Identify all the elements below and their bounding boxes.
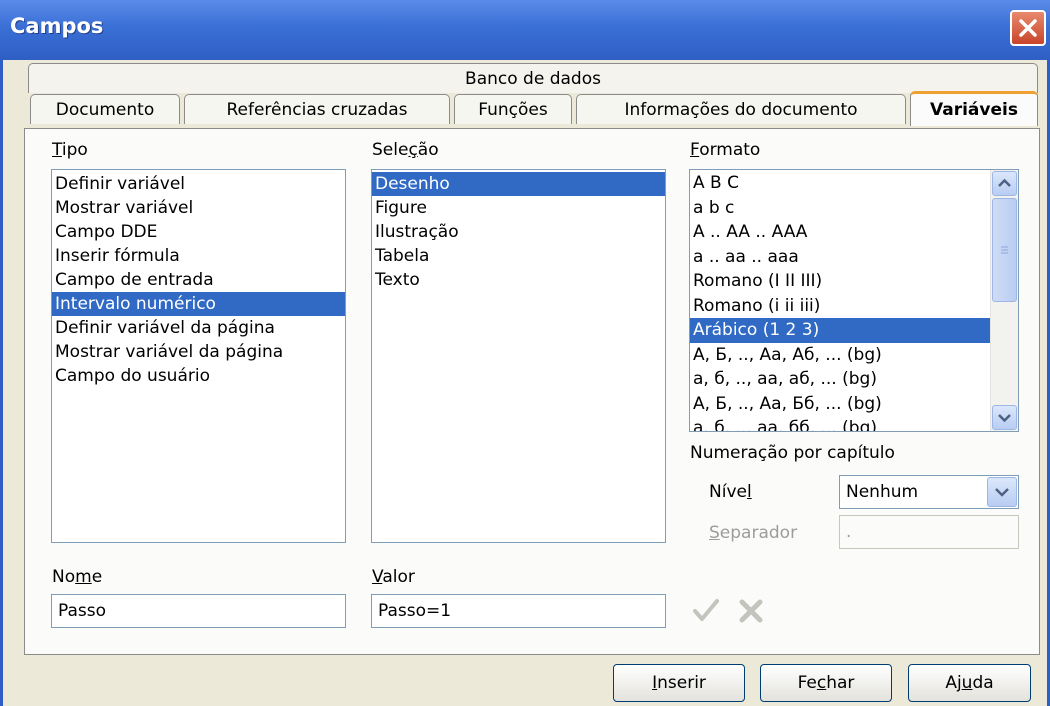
list-item[interactable]: a .. aa .. aaa xyxy=(690,245,990,270)
mnemonic: c xyxy=(816,673,827,693)
tab-label: Documento xyxy=(55,100,155,120)
tipo-list[interactable]: Definir variável Mostrar variável Campo … xyxy=(51,169,346,543)
button-label: Fe xyxy=(797,673,817,693)
list-item[interactable]: Romano (I II III) xyxy=(690,269,990,294)
label-text: e xyxy=(91,567,103,587)
tab-funcoes[interactable]: Funções xyxy=(454,94,572,124)
list-item[interactable]: Mostrar variável xyxy=(52,196,345,220)
scroll-down-button[interactable] xyxy=(992,405,1017,430)
list-item[interactable]: Tabela xyxy=(372,244,665,268)
tab-banco-de-dados[interactable]: Banco de dados xyxy=(28,63,1038,93)
tab-label: Variáveis xyxy=(930,100,1018,120)
list-item[interactable]: А, Б, .., Аа, Аб, ... (bg) xyxy=(690,343,990,368)
list-item[interactable]: Ilustração xyxy=(372,220,665,244)
button-label: da xyxy=(972,673,994,693)
scroll-thumb[interactable] xyxy=(992,198,1017,302)
grip-icon xyxy=(1001,246,1008,254)
list-item[interactable]: Romano (i ii iii) xyxy=(690,294,990,319)
close-icon[interactable] xyxy=(738,598,764,624)
nome-label: Nome xyxy=(52,567,102,587)
mnemonic: F xyxy=(690,140,700,160)
valor-field[interactable]: Passo=1 xyxy=(371,594,666,628)
list-item[interactable]: Figure xyxy=(372,196,665,220)
mnemonic: l xyxy=(746,482,752,502)
tipo-label: Tipo xyxy=(52,140,88,160)
nivel-label: Nível xyxy=(709,482,752,502)
button-label: Aj xyxy=(945,673,962,693)
chevron-down-icon xyxy=(995,488,1009,497)
formato-scrollbar[interactable] xyxy=(990,170,1018,431)
window-title: Campos xyxy=(10,14,104,38)
label-text: No xyxy=(52,567,76,587)
numeracao-capitulo-heading: Numeração por capítulo xyxy=(690,443,895,463)
tab-label: Informações do documento xyxy=(624,100,858,120)
list-item-selected[interactable]: Desenho xyxy=(372,172,665,196)
title-bar: Campos xyxy=(0,0,1050,60)
window-close-button[interactable] xyxy=(1010,10,1046,46)
list-item[interactable]: Definir variável xyxy=(52,172,345,196)
nivel-select[interactable]: Nenhum xyxy=(839,475,1019,509)
list-item[interactable]: Definir variável da página xyxy=(52,316,345,340)
nivel-dropdown-button[interactable] xyxy=(987,477,1017,507)
ajuda-button[interactable]: Ajuda xyxy=(908,664,1031,702)
list-item[interactable]: а, б, .., аа, аб, ... (bg) xyxy=(690,367,990,392)
separador-label: Separador xyxy=(709,523,797,543)
list-item[interactable]: А, Б, .., Аа, Бб, ... (bg) xyxy=(690,392,990,417)
mnemonic: u xyxy=(961,673,973,693)
label-text: Níve xyxy=(709,482,747,502)
nivel-value: Nenhum xyxy=(846,482,919,502)
list-item-selected[interactable]: Arábico (1 2 3) xyxy=(690,318,990,343)
list-item[interactable]: Texto xyxy=(372,268,665,292)
list-item[interactable]: A B C xyxy=(690,171,990,196)
checkmark-icon[interactable] xyxy=(692,598,720,624)
button-label: nserir xyxy=(657,673,706,693)
chevron-down-icon xyxy=(998,414,1011,423)
list-item[interactable]: а, б, .., аа, бб, ... (bg) xyxy=(690,416,990,431)
label-text: Sele xyxy=(372,140,409,160)
label-text: eparador xyxy=(719,523,798,543)
formato-label: Formato xyxy=(690,140,760,160)
tab-label: Referências cruzadas xyxy=(226,100,408,120)
list-item[interactable]: Mostrar variável da página xyxy=(52,340,345,364)
mnemonic: ç xyxy=(408,140,418,160)
mnemonic: T xyxy=(52,140,62,160)
separador-field[interactable]: . xyxy=(839,515,1019,549)
list-item[interactable]: Campo do usuário xyxy=(52,364,345,388)
tab-documento[interactable]: Documento xyxy=(30,94,180,124)
close-icon xyxy=(1019,19,1037,37)
valor-label: Valor xyxy=(372,567,415,587)
tab-label: Banco de dados xyxy=(465,69,601,89)
list-item-selected[interactable]: Intervalo numérico xyxy=(52,292,345,316)
list-item[interactable]: A .. AA .. AAA xyxy=(690,220,990,245)
chevron-up-icon xyxy=(998,178,1011,187)
selecao-label: Seleção xyxy=(372,140,439,160)
selecao-list[interactable]: Desenho Figure Ilustração Tabela Texto xyxy=(371,169,666,543)
nome-field[interactable]: Passo xyxy=(51,594,346,628)
scroll-up-button[interactable] xyxy=(992,171,1017,196)
tab-informacoes-documento[interactable]: Informações do documento xyxy=(576,94,906,124)
list-item[interactable]: Inserir fórmula xyxy=(52,244,345,268)
mnemonic: V xyxy=(372,567,383,587)
list-item[interactable]: Campo de entrada xyxy=(52,268,345,292)
label-text: ão xyxy=(417,140,439,160)
inserir-button[interactable]: Inserir xyxy=(613,664,745,702)
list-item[interactable]: Campo DDE xyxy=(52,220,345,244)
mnemonic: m xyxy=(75,567,92,587)
label-text: ormato xyxy=(699,140,761,160)
mnemonic: S xyxy=(709,523,720,543)
button-label: har xyxy=(826,673,855,693)
formato-list[interactable]: A B C a b c A .. AA .. AAA a .. aa .. aa… xyxy=(689,169,1019,432)
label-text: alor xyxy=(382,567,415,587)
tab-referencias-cruzadas[interactable]: Referências cruzadas xyxy=(184,94,450,124)
tab-label: Funções xyxy=(478,100,548,120)
label-text: ipo xyxy=(61,140,88,160)
tab-variaveis[interactable]: Variáveis xyxy=(910,91,1038,126)
fechar-button[interactable]: Fechar xyxy=(760,664,892,702)
list-item[interactable]: a b c xyxy=(690,196,990,221)
